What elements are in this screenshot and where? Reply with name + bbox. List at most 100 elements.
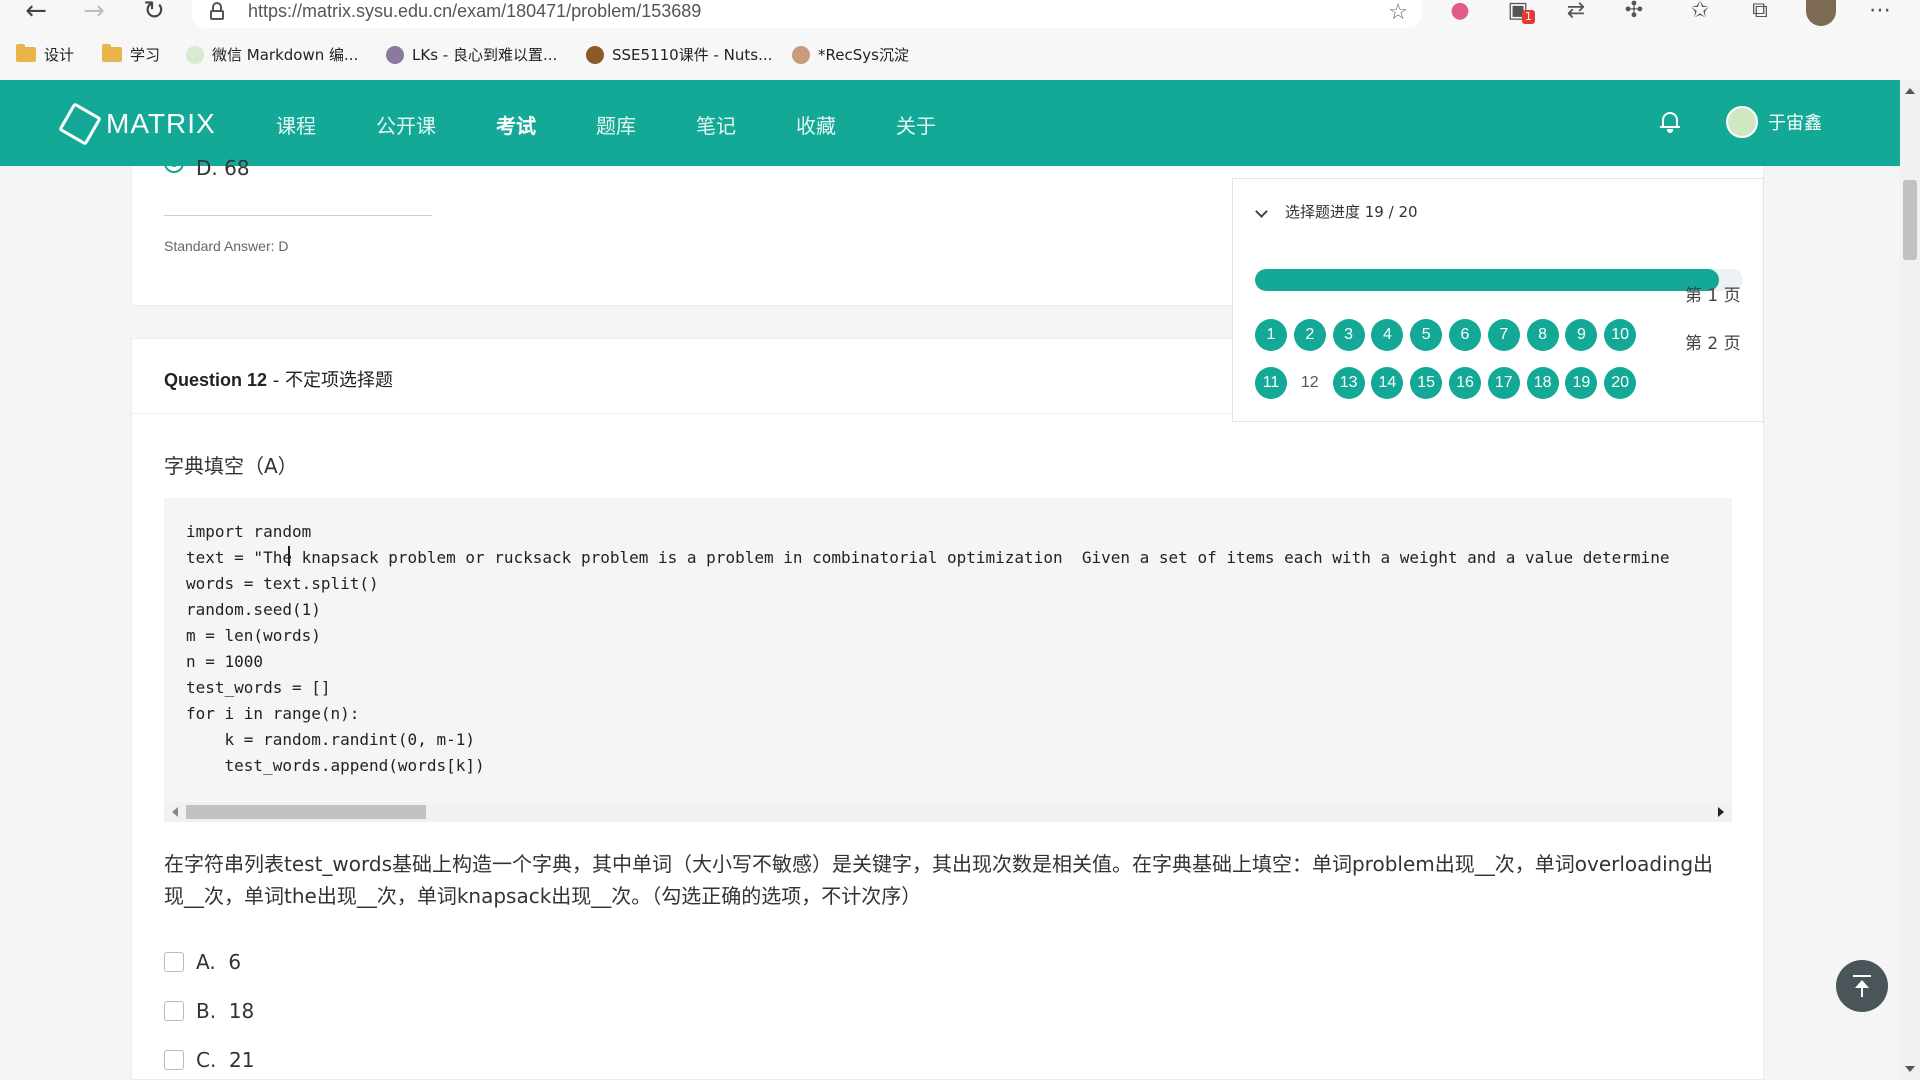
collections-icon[interactable]: ⧉ [1744,0,1776,23]
nav-open-courses[interactable]: 公开课 [376,110,436,139]
chevron-down-icon[interactable] [1255,205,1268,218]
code-line: import random [186,522,312,541]
scroll-right-icon[interactable] [1718,807,1724,817]
extensions-icon[interactable]: ✣ [1618,0,1650,23]
nav-question-bank[interactable]: 题库 [596,110,636,139]
question-nav-2[interactable]: 2 [1293,319,1326,351]
question-text: 在字符串列表test_words基础上构造一个字典，其中单词（大小写不敏感）是关… [164,852,1714,908]
selected-option-label: D. 68 [196,156,250,180]
scroll-down-icon[interactable] [1905,1066,1915,1072]
app-header: MATRIX 课程 公开课 考试 题库 笔记 收藏 关于 于宙鑫 [0,80,1900,166]
wechat-markdown-icon [186,45,204,64]
bookmarks-bar: 设计 学习 微信 Markdown 编... LKs - 良心到难以置... S… [0,38,1920,72]
nav-exams[interactable]: 考试 [496,110,536,139]
lock-icon [210,2,224,20]
divider [164,215,432,216]
folder-icon [102,44,122,62]
nav-notes[interactable]: 笔记 [696,110,736,139]
scrollbar-thumb[interactable] [1903,180,1917,260]
user-name: 于宙鑫 [1768,113,1822,134]
extension-badge: 1 [1522,10,1535,24]
dog-icon [792,45,810,64]
question-nav-4[interactable]: 4 [1371,319,1404,351]
question-nav-12[interactable]: 12 [1294,367,1326,399]
lks-icon [386,45,404,64]
user-menu[interactable]: 于宙鑫 [1726,106,1822,138]
question-nav-6[interactable]: 6 [1449,319,1481,351]
folder-icon [16,44,36,62]
code-horizontal-scrollbar[interactable] [164,802,1732,822]
question-nav-1[interactable]: 1 [1255,319,1287,351]
code-line: random.seed(1) [186,600,321,619]
add-favorite-icon[interactable]: ☆ [1388,0,1408,25]
question-nav-7[interactable]: 7 [1487,319,1520,351]
code-block: import random text = "The knapsack probl… [164,498,1732,822]
nav-favorites[interactable]: 收藏 [796,110,836,139]
question-nav-8[interactable]: 8 [1526,319,1559,351]
option-a[interactable]: A. 6 [164,950,241,974]
page-label-2: 第 2 页 [1685,334,1741,354]
bookmark-study[interactable]: 学习 [102,44,160,65]
code-line: for i in range(n): [186,704,360,723]
question-nav-5[interactable]: 5 [1410,319,1443,351]
checkbox[interactable] [164,1001,184,1021]
question-nav-15[interactable]: 15 [1410,367,1443,399]
bell-icon[interactable] [1660,110,1680,133]
scroll-up-icon[interactable] [1905,88,1915,94]
question-nav-20[interactable]: 20 [1604,367,1637,399]
main-nav: 课程 公开课 考试 题库 笔记 收藏 关于 [276,110,996,139]
extension-notify-icon[interactable]: ▣ 1 [1502,0,1535,24]
nav-about[interactable]: 关于 [896,110,936,139]
back-arrow-icon[interactable]: ← [16,0,56,26]
question-nav-10[interactable]: 10 [1604,319,1637,351]
question-nav-17[interactable]: 17 [1487,367,1520,399]
page-label-1: 第 1 页 [1685,286,1741,306]
question-nav-18[interactable]: 18 [1526,367,1559,399]
question-nav-11[interactable]: 11 [1255,367,1287,399]
checkbox[interactable] [164,1050,184,1070]
favorites-icon[interactable]: ✩ [1684,0,1716,23]
bookmark-lks[interactable]: LKs - 良心到难以置... [386,44,557,65]
translate-icon[interactable]: ⇄ [1560,0,1592,23]
question-subtitle: 字典填空（A） [164,454,298,478]
nav-courses[interactable]: 课程 [276,110,316,139]
bookmark-markdown[interactable]: 微信 Markdown 编... [186,44,358,65]
scrollbar-thumb[interactable] [186,805,426,819]
back-to-top-button[interactable] [1836,960,1888,1012]
code-line: n = 1000 [186,652,264,671]
standard-answer: Standard Answer: D [164,238,289,254]
progress-panel: 选择题进度 19 / 20 1 2 3 4 5 6 7 8 9 10 11 12 13 14 15 16 17 1… [1232,178,1764,422]
bookmark-recsys[interactable]: *RecSys沉淀 [792,44,909,65]
progress-fill [1255,269,1719,291]
more-menu-icon[interactable]: ⋯ [1864,0,1896,23]
question-nav-19[interactable]: 19 [1565,367,1598,399]
cube-icon [58,102,102,146]
address-bar[interactable]: https://matrix.sysu.edu.cn/exam/180471/p… [192,0,1422,28]
refresh-icon[interactable]: ↻ [134,0,174,26]
checkbox[interactable] [164,952,184,972]
code-line: test_words = [] [186,678,331,697]
avatar [1726,106,1758,138]
question-nav-16[interactable]: 16 [1449,367,1481,399]
scroll-left-icon[interactable] [172,807,178,817]
url-text[interactable]: https://matrix.sysu.edu.cn/exam/180471/p… [248,1,701,22]
question-nav-3[interactable]: 3 [1332,319,1365,351]
bookmark-sse5110[interactable]: SSE5110课件 - Nuts... [586,44,772,65]
radio-selected[interactable] [164,153,184,173]
profile-avatar[interactable] [1806,0,1836,26]
code-line: test_words.append(words[k]) [186,756,485,775]
page-scrollbar[interactable] [1900,80,1920,1080]
matrix-logo[interactable]: MATRIX [58,102,216,146]
extension-record-icon[interactable]: ● [1444,0,1476,23]
option-b[interactable]: B. 18 [164,999,254,1023]
code-line: m = len(words) [186,626,321,645]
question-nav-13[interactable]: 13 [1332,367,1365,399]
forward-arrow-icon[interactable]: → [74,0,114,26]
question-nav-9[interactable]: 9 [1565,319,1598,351]
bookmark-design[interactable]: 设计 [16,44,74,65]
code-line: text = "The knapsack problem or rucksack… [186,548,1670,567]
browser-toolbar: ← → ↻ https://matrix.sysu.edu.cn/exam/18… [0,0,1920,80]
acorn-icon [586,45,604,64]
question-nav-14[interactable]: 14 [1371,367,1404,399]
option-c[interactable]: C. 21 [164,1048,255,1072]
